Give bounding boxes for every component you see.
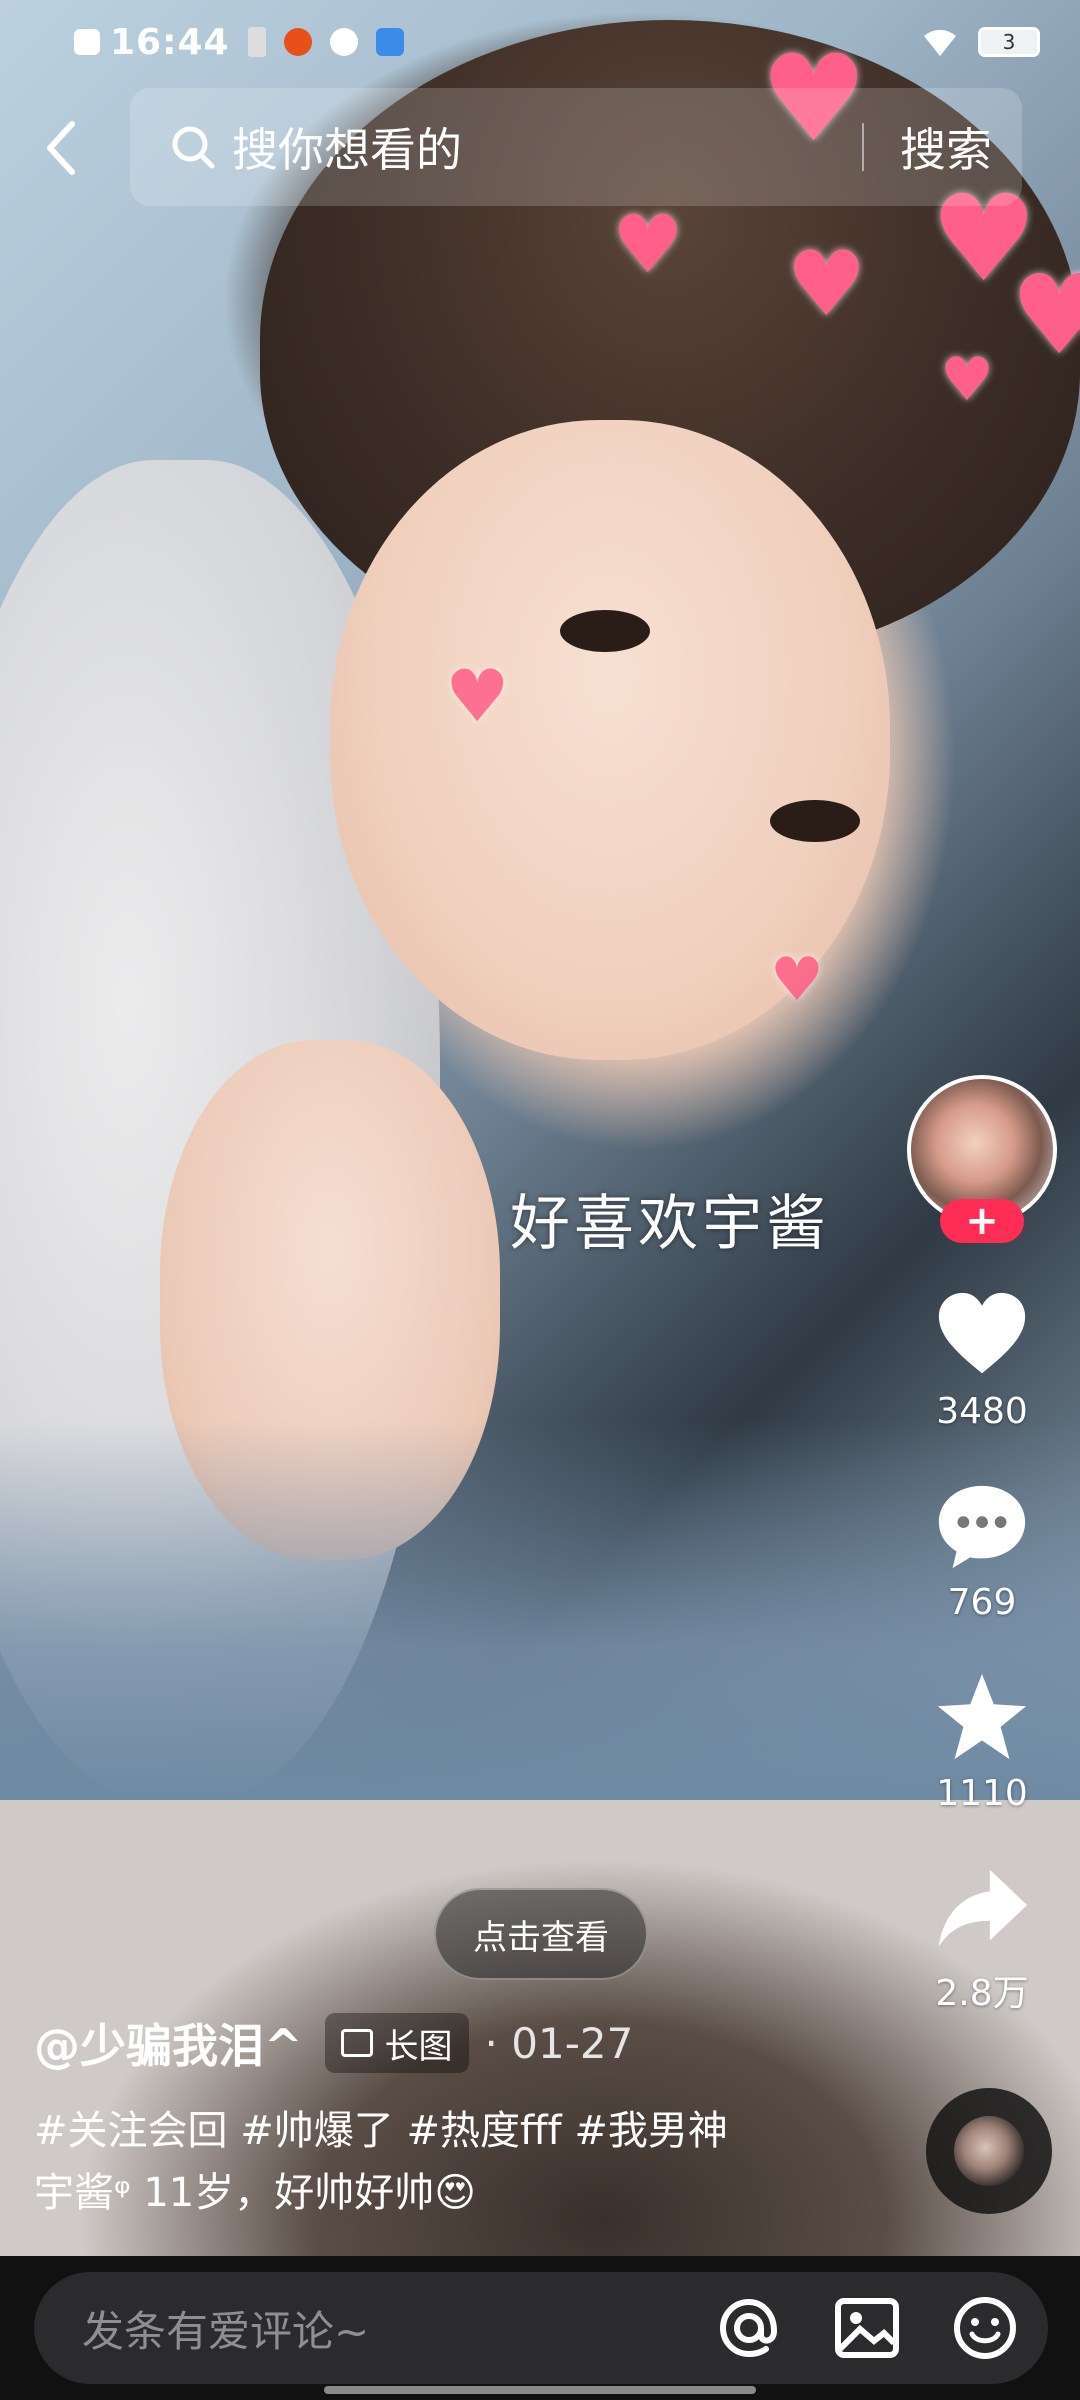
home-indicator[interactable]	[324, 2386, 756, 2394]
eye-right	[770, 800, 860, 842]
sticker-heart: ♥	[1010, 251, 1080, 379]
share-icon	[938, 1869, 1028, 1947]
emoji-icon[interactable]	[950, 2293, 1020, 2363]
view-full-button[interactable]: 点击查看	[434, 1888, 648, 1980]
heart-icon	[938, 1292, 1026, 1374]
long-image-tag: 长图	[324, 2013, 469, 2073]
app-icon-1	[283, 28, 312, 56]
wifi-icon	[924, 29, 956, 56]
image-icon	[340, 2029, 373, 2057]
search-divider	[862, 123, 864, 171]
battery-saver-icon	[247, 27, 266, 57]
post-description[interactable]: #关注会回 #帅爆了 #热度fff #我男神 宇酱ᵠ 11岁，好帅好帅😍	[34, 2100, 754, 2224]
blush-heart: ♥	[445, 654, 510, 738]
share-button[interactable]: 2.8万	[933, 1860, 1031, 2016]
app-icon-2	[329, 28, 358, 56]
star-icon	[937, 1673, 1027, 1760]
sticker-heart: ♥	[940, 345, 994, 415]
floating-avatar-button[interactable]	[926, 2088, 1052, 2214]
comment-count: 769	[947, 1582, 1017, 1623]
share-count: 2.8万	[935, 1973, 1029, 2014]
author-name[interactable]: @少骗我泪^	[34, 2010, 303, 2076]
favorite-count: 1110	[936, 1773, 1028, 1814]
sticker-heart: ♥	[786, 232, 867, 337]
eye-left	[560, 610, 650, 652]
status-time: 16:44	[110, 21, 230, 63]
action-rail: + 3480 769 1110 2.8万	[907, 1075, 1057, 2016]
search-input[interactable]: 搜你想看的	[232, 114, 862, 180]
image-picker-icon[interactable]	[832, 2293, 902, 2363]
image-overlay-text: 好喜欢宇酱	[510, 1189, 830, 1259]
blush-heart: ♥	[770, 945, 824, 1015]
like-count: 3480	[936, 1391, 1028, 1432]
comment-icon	[938, 1485, 1026, 1569]
comment-input[interactable]: 发条有爱评论~	[82, 2298, 666, 2359]
battery-icon: 3	[978, 27, 1040, 57]
back-icon[interactable]	[38, 118, 88, 178]
like-button[interactable]: 3480	[933, 1287, 1031, 1432]
mention-icon[interactable]	[714, 2293, 784, 2363]
favorite-button[interactable]: 1110	[933, 1669, 1031, 1814]
search-button[interactable]: 搜索	[900, 114, 992, 180]
post-meta: @少骗我泪^ 长图 · 01-27	[34, 2010, 633, 2076]
comment-button[interactable]: 769	[933, 1478, 1031, 1623]
search-icon	[172, 126, 215, 169]
floating-avatar	[954, 2116, 1024, 2186]
post-date: · 01-27	[484, 2018, 634, 2068]
follow-button[interactable]: +	[940, 1198, 1024, 1244]
app-icon-3	[375, 28, 404, 56]
screen: ♥ ♥ ♥ ♥ ♥ ♥ ♥ ♥ 好喜欢宇酱 16:44 3 搜你想看的 搜索 +…	[0, 0, 1080, 2400]
sticker-heart: ♥	[612, 198, 684, 291]
comment-input-bar[interactable]: 发条有爱评论~	[34, 2272, 1048, 2384]
long-image-tag-label: 长图	[384, 2026, 453, 2067]
status-bar: 16:44 3	[0, 0, 1080, 84]
search-bar[interactable]: 搜你想看的 搜索	[130, 88, 1022, 206]
notification-icon	[74, 29, 100, 55]
